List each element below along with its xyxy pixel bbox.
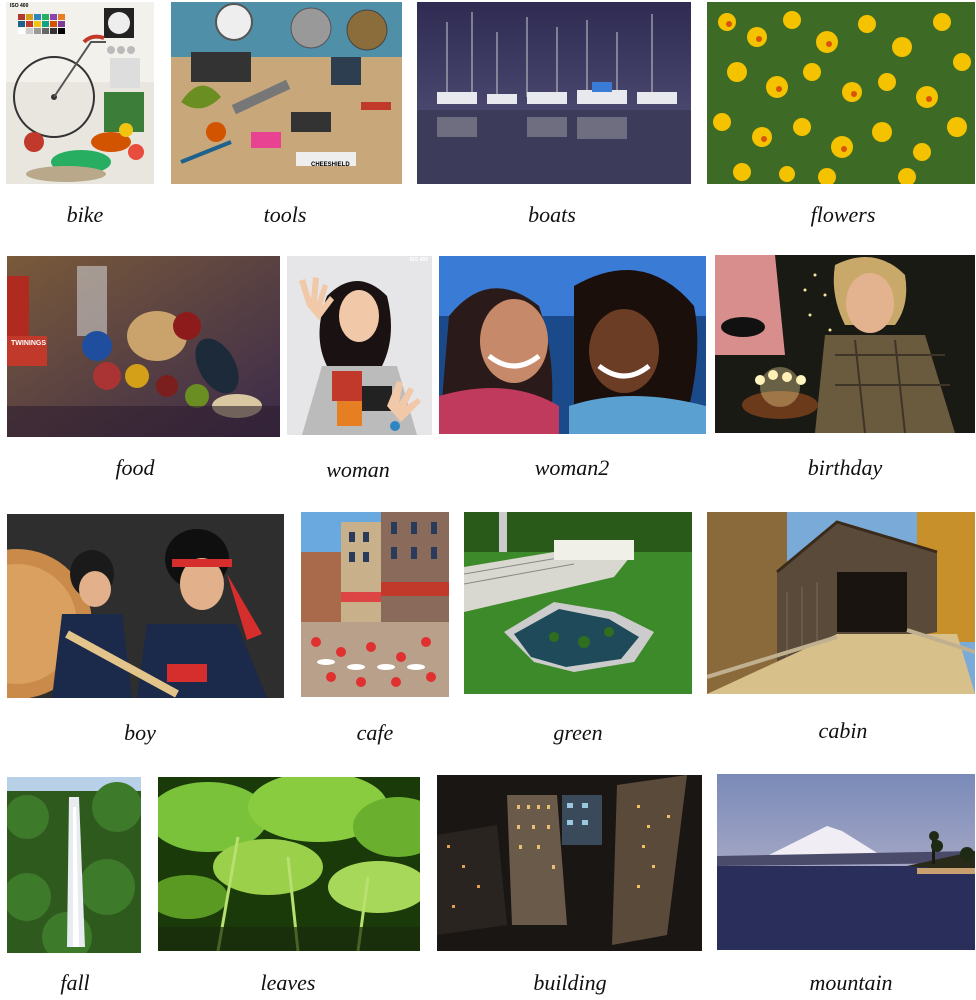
- bike-image: ISO 400: [6, 2, 154, 184]
- mountain-image: [717, 774, 975, 950]
- boats-image: [417, 2, 691, 184]
- caption-building: building: [533, 970, 607, 995]
- tools-image: CHEESHIELD: [171, 2, 402, 184]
- caption-boats: boats: [528, 202, 576, 227]
- caption-bike: bike: [66, 202, 104, 227]
- tools-label: CHEESHIELD: [311, 162, 350, 168]
- caption-birthday: birthday: [807, 455, 883, 480]
- caption-food: food: [115, 455, 155, 480]
- caption-woman2: woman2: [534, 455, 610, 480]
- cabin-image: [707, 512, 975, 694]
- birthday-image: [715, 255, 975, 433]
- food-image: TWININGS: [7, 256, 280, 437]
- caption-tools: tools: [263, 202, 307, 227]
- caption-cabin: cabin: [818, 718, 868, 743]
- woman2-image: [439, 256, 706, 434]
- caption-flowers: flowers: [810, 202, 876, 227]
- caption-cafe: cafe: [356, 720, 394, 745]
- cafe-image: [301, 512, 449, 697]
- caption-green: green: [553, 720, 603, 745]
- caption-woman: woman: [326, 457, 390, 482]
- green-image: [464, 512, 692, 694]
- fall-image: [7, 777, 141, 953]
- caption-boy: boy: [124, 720, 156, 745]
- woman-image: ISO 400: [287, 256, 432, 435]
- iso-badge: ISO 400: [10, 3, 29, 9]
- caption-mountain: mountain: [809, 970, 893, 995]
- caption-fall: fall: [60, 970, 90, 995]
- food-label: TWININGS: [11, 340, 46, 347]
- leaves-image: [158, 777, 420, 951]
- boy-image: [7, 514, 284, 698]
- flowers-image: [707, 2, 975, 184]
- caption-leaves: leaves: [260, 970, 316, 995]
- building-image: [437, 775, 702, 951]
- iso-badge: ISO 400: [409, 257, 428, 263]
